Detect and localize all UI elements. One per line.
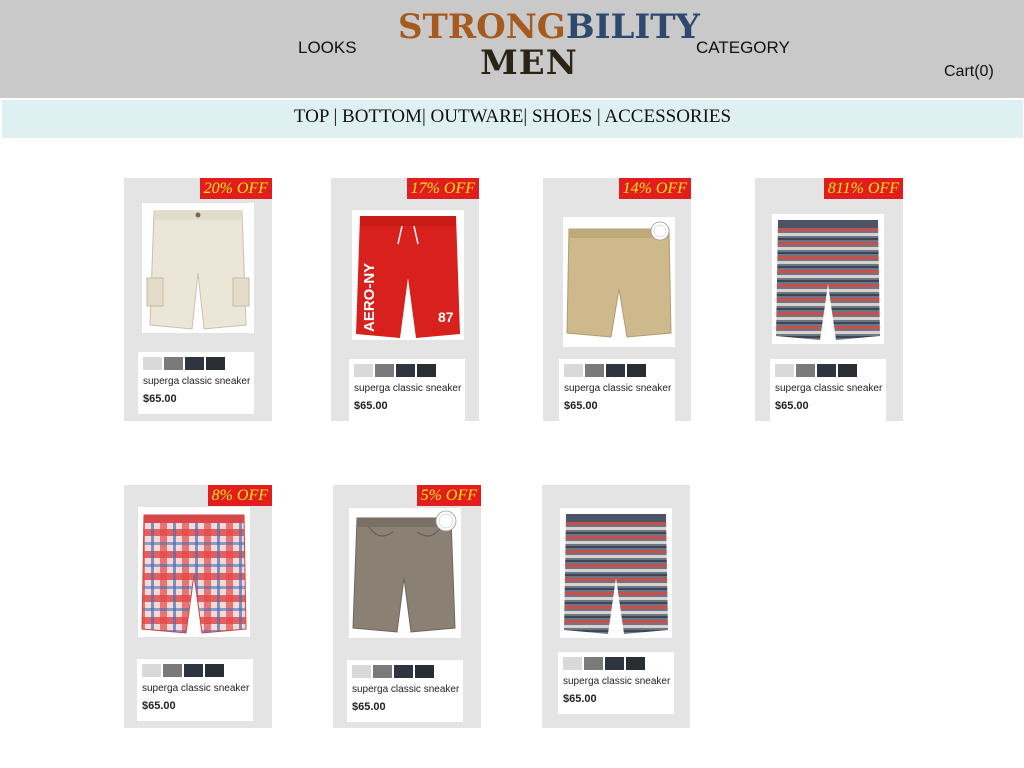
product-price: $65.00 — [354, 400, 388, 412]
product-card[interactable]: 20% OFF superga classic sneaker $65.00 — [124, 178, 272, 421]
color-swatch[interactable] — [627, 364, 646, 377]
color-swatch[interactable] — [373, 665, 392, 678]
discount-badge: 14% OFF — [618, 178, 691, 199]
color-swatch[interactable] — [563, 657, 582, 670]
color-swatch[interactable] — [354, 364, 373, 377]
product-price: $65.00 — [563, 693, 597, 705]
color-swatch[interactable] — [142, 664, 161, 677]
product-card[interactable]: 17% OFF AERO-NY 87 superga classic sneak… — [331, 178, 479, 421]
product-info: superga classic sneaker $65.00 — [349, 359, 465, 421]
color-swatch[interactable] — [605, 657, 624, 670]
color-swatch[interactable] — [184, 664, 203, 677]
product-price: $65.00 — [775, 400, 809, 412]
shorts-number-text: 87 — [438, 309, 454, 325]
product-card[interactable]: 8% OFF superga classic sneaker $65.00 — [124, 485, 272, 728]
color-swatches — [563, 657, 647, 675]
product-image[interactable] — [138, 507, 250, 637]
subnav-separator: | — [421, 106, 431, 127]
cart-link[interactable]: Cart(0) — [944, 63, 994, 81]
color-swatch[interactable] — [185, 357, 204, 370]
color-swatch[interactable] — [206, 357, 225, 370]
product-card[interactable]: superga classic sneaker $65.00 — [542, 485, 690, 728]
product-name[interactable]: superga classic sneaker — [354, 383, 461, 394]
product-price: $65.00 — [142, 700, 176, 712]
color-swatch[interactable] — [375, 364, 394, 377]
discount-badge: 811% OFF — [823, 178, 903, 199]
product-card[interactable]: 14% OFF superga classic sneaker $65.00 — [543, 178, 691, 421]
product-info: superga classic sneaker $65.00 — [137, 659, 253, 721]
color-swatches — [142, 664, 226, 682]
product-info: superga classic sneaker $65.00 — [770, 359, 886, 421]
subnav-item-bottom[interactable]: BOTTOM — [342, 106, 422, 127]
product-info: superga classic sneaker $65.00 — [558, 652, 674, 714]
product-card[interactable]: 811% OFF superga classic sneaker $65.00 — [755, 178, 903, 421]
site-logo[interactable]: STRONGBILITY MEN — [398, 7, 700, 83]
subnav-separator: | — [328, 106, 343, 127]
color-swatches — [354, 364, 438, 382]
color-swatch[interactable] — [606, 364, 625, 377]
logo-strong-text: STRONG — [398, 7, 566, 47]
color-swatches — [564, 364, 648, 382]
color-swatch[interactable] — [396, 364, 415, 377]
subnav-separator: | — [592, 106, 605, 127]
product-name[interactable]: superga classic sneaker — [142, 683, 249, 694]
color-swatch[interactable] — [585, 364, 604, 377]
product-price: $65.00 — [564, 400, 598, 412]
product-price: $65.00 — [143, 393, 177, 405]
nav-category-link[interactable]: CATEGORY — [696, 38, 790, 58]
color-swatch[interactable] — [352, 665, 371, 678]
subnav-item-top[interactable]: TOP — [294, 106, 329, 127]
subnav-item-accessories[interactable]: ACCESSORIES — [604, 106, 731, 127]
color-swatch[interactable] — [417, 364, 436, 377]
discount-badge: 20% OFF — [199, 178, 272, 199]
color-swatch[interactable] — [164, 357, 183, 370]
color-swatch[interactable] — [163, 664, 182, 677]
product-info: superga classic sneaker $65.00 — [347, 660, 463, 722]
color-swatch[interactable] — [564, 364, 583, 377]
subnav-item-outware[interactable]: OUTWARE — [431, 106, 524, 127]
discount-badge: 8% OFF — [207, 485, 272, 506]
product-name[interactable]: superga classic sneaker — [143, 376, 250, 387]
product-price: $65.00 — [352, 701, 386, 713]
nav-looks-link[interactable]: LOOKS — [298, 38, 357, 58]
product-name[interactable]: superga classic sneaker — [563, 676, 670, 687]
shorts-print-text: AERO-NY — [361, 263, 378, 332]
color-swatch[interactable] — [415, 665, 434, 678]
product-info: superga classic sneaker $65.00 — [559, 359, 675, 421]
product-image[interactable] — [563, 217, 675, 347]
subnav-separator: | — [523, 106, 532, 127]
color-swatch[interactable] — [143, 357, 162, 370]
product-name[interactable]: superga classic sneaker — [564, 383, 671, 394]
color-swatches — [775, 364, 859, 382]
logo-bility-text: BILITY — [565, 7, 700, 47]
color-swatches — [143, 357, 227, 375]
color-swatch[interactable] — [838, 364, 857, 377]
color-swatch[interactable] — [205, 664, 224, 677]
product-name[interactable]: superga classic sneaker — [352, 684, 459, 695]
color-swatches — [352, 665, 436, 683]
product-image[interactable] — [142, 203, 254, 333]
color-swatch[interactable] — [584, 657, 603, 670]
product-image[interactable] — [560, 508, 672, 638]
color-swatch[interactable] — [817, 364, 836, 377]
product-image[interactable] — [349, 508, 461, 638]
product-image[interactable] — [772, 214, 884, 344]
subnav-item-shoes[interactable]: SHOES — [532, 106, 592, 127]
color-swatch[interactable] — [775, 364, 794, 377]
color-swatch[interactable] — [626, 657, 645, 670]
site-header: LOOKS STRONGBILITY MEN CATEGORY Cart(0) — [0, 0, 1024, 98]
product-image[interactable]: AERO-NY 87 — [352, 210, 464, 340]
product-info: superga classic sneaker $65.00 — [138, 352, 254, 414]
discount-badge: 5% OFF — [416, 485, 481, 506]
color-swatch[interactable] — [796, 364, 815, 377]
discount-badge: 17% OFF — [406, 178, 479, 199]
logo-wordmark: STRONGBILITY — [398, 7, 700, 47]
product-name[interactable]: superga classic sneaker — [775, 383, 882, 394]
category-subnav: TOP | BOTTOM| OUTWARE| SHOES | ACCESSORI… — [2, 100, 1023, 138]
product-card[interactable]: 5% OFF superga classic sneaker $65.00 — [333, 485, 481, 728]
color-swatch[interactable] — [394, 665, 413, 678]
logo-men-text: MEN — [480, 43, 578, 83]
